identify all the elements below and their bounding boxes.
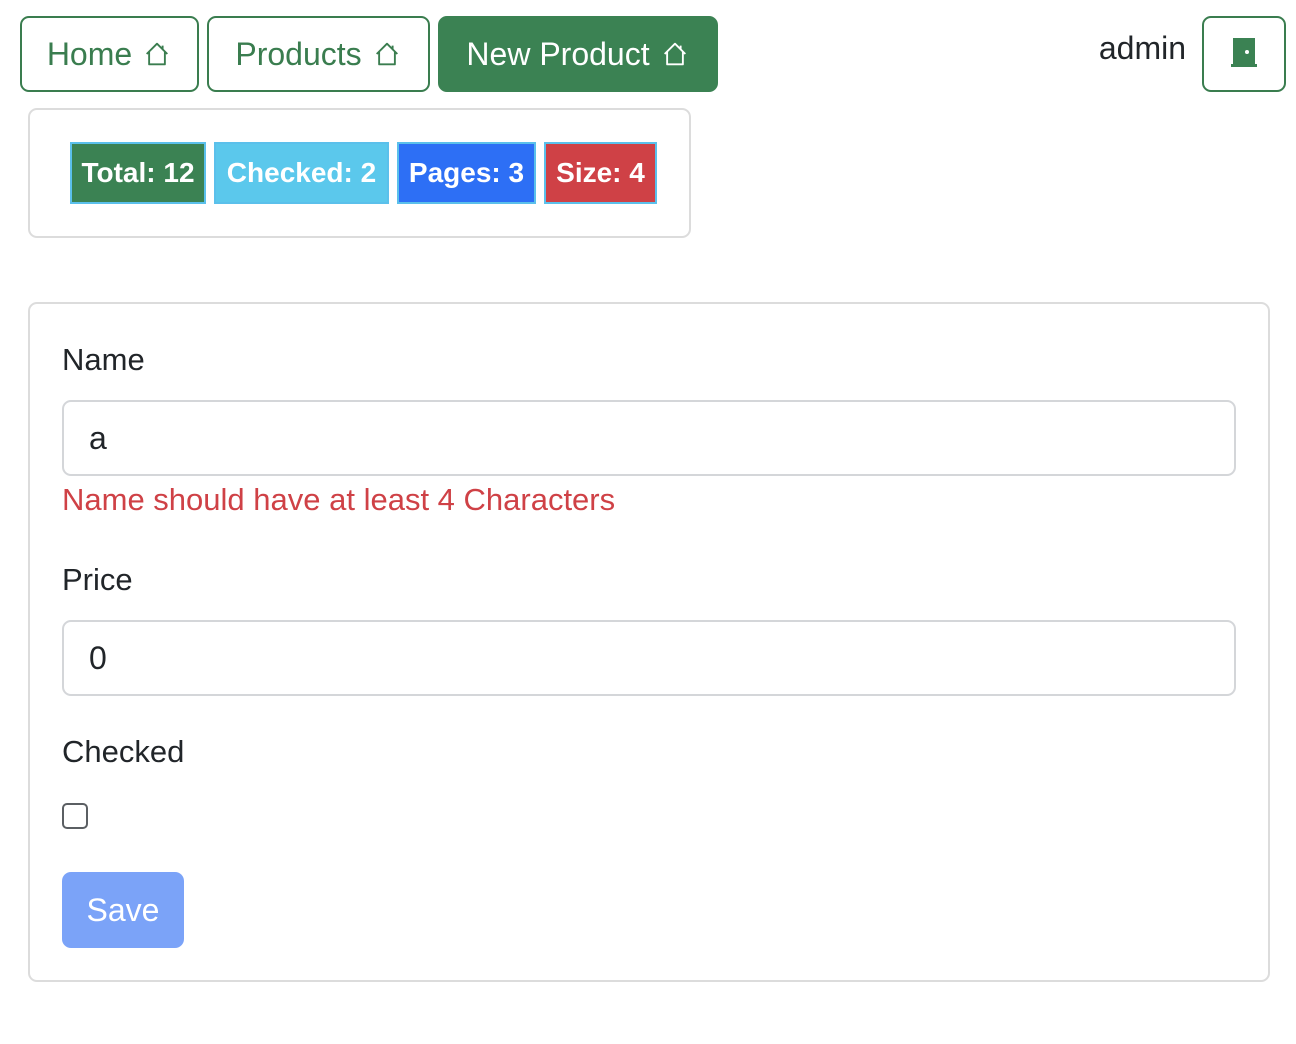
checked-badge: Checked: 2 <box>214 142 389 204</box>
navbar: Home Products New Product admin <box>0 0 1296 100</box>
total-badge: Total: 12 <box>70 142 206 204</box>
checked-checkbox[interactable] <box>62 803 88 829</box>
checked-label: Checked <box>62 734 185 769</box>
pages-badge: Pages: 3 <box>397 142 536 204</box>
home-label: Home <box>46 35 133 72</box>
home-button[interactable]: Home <box>20 16 199 92</box>
username: admin <box>1098 30 1186 66</box>
price-input[interactable] <box>62 620 1236 696</box>
save-button[interactable]: Save <box>62 872 184 948</box>
logout-button[interactable] <box>1202 16 1286 92</box>
name-error-message: Name should have at least 4 Characters <box>62 482 616 517</box>
price-label: Price <box>62 562 133 597</box>
name-input[interactable] <box>62 400 1236 476</box>
house-icon <box>372 39 402 69</box>
size-badge: Size: 4 <box>544 142 657 204</box>
house-icon <box>142 39 172 69</box>
new-product-button[interactable]: New Product <box>438 16 718 92</box>
products-label: Products <box>235 35 362 72</box>
door-icon <box>1231 36 1257 73</box>
name-label: Name <box>62 342 145 377</box>
products-button[interactable]: Products <box>207 16 430 92</box>
new-product-label: New Product <box>466 35 650 72</box>
house-icon <box>660 39 690 69</box>
